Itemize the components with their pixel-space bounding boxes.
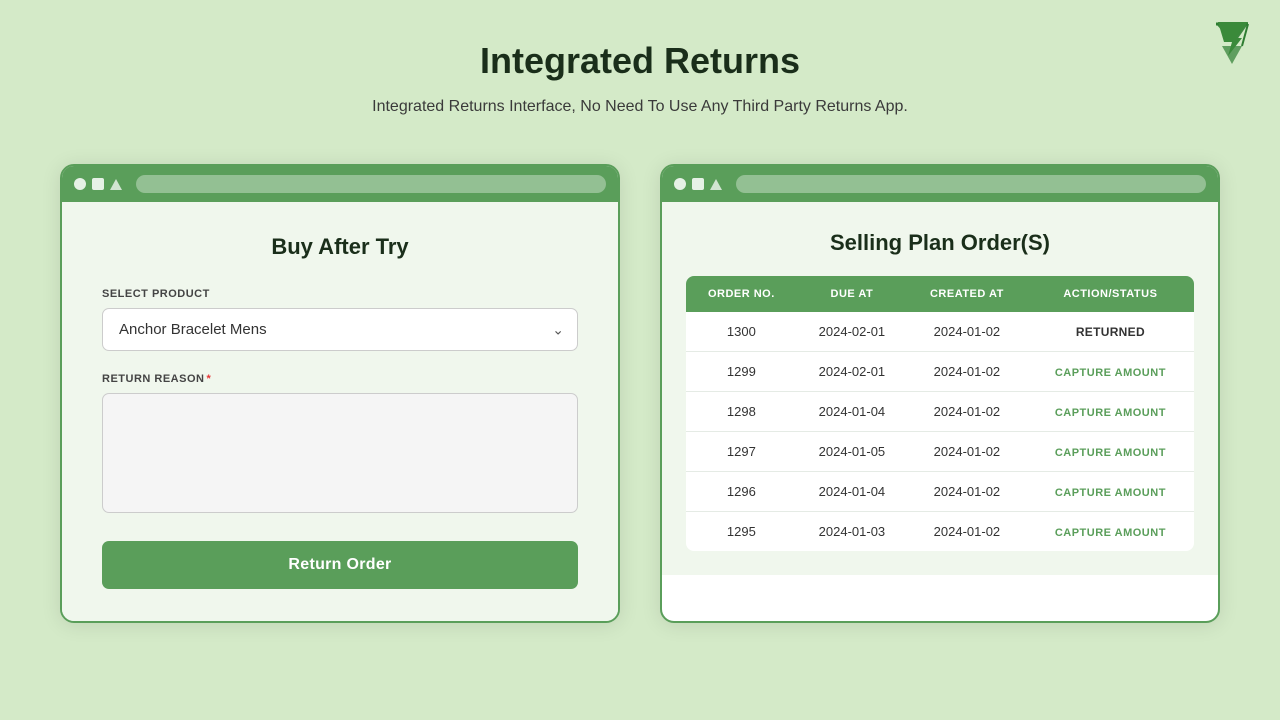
cell-order-no: 1297 <box>686 432 797 472</box>
return-reason-textarea[interactable] <box>102 393 578 513</box>
left-panel-content: Buy After Try SELECT PRODUCT Anchor Brac… <box>62 202 618 621</box>
table-row: 12992024-02-012024-01-02 CAPTURE AMOUNT <box>686 352 1194 392</box>
col-due-at: DUE AT <box>797 276 907 312</box>
capture-amount-link[interactable]: CAPTURE AMOUNT <box>1055 447 1166 459</box>
cell-order-no: 1296 <box>686 472 797 512</box>
product-select[interactable]: Anchor Bracelet Mens <box>102 308 578 351</box>
cell-created-at: 2024-01-02 <box>907 472 1027 512</box>
capture-amount-link[interactable]: CAPTURE AMOUNT <box>1055 367 1166 379</box>
cell-created-at: 2024-01-02 <box>907 512 1027 552</box>
right-panel-content: Selling Plan Order(S) ORDER NO. DUE AT C… <box>662 202 1218 575</box>
table-row: 12962024-01-042024-01-02 CAPTURE AMOUNT <box>686 472 1194 512</box>
status-returned-badge: RETURNED <box>1076 325 1145 339</box>
capture-amount-link[interactable]: CAPTURE AMOUNT <box>1055 487 1166 499</box>
cell-due-at: 2024-02-01 <box>797 312 907 352</box>
browser-dot-r1 <box>674 178 686 190</box>
cell-action[interactable]: CAPTURE AMOUNT <box>1027 352 1194 392</box>
browser-dot-1 <box>74 178 86 190</box>
orders-tbody: 13002024-02-012024-01-02RETURNED12992024… <box>686 312 1194 551</box>
cell-action[interactable]: CAPTURE AMOUNT <box>1027 472 1194 512</box>
col-order-no: ORDER NO. <box>686 276 797 312</box>
table-row: 13002024-02-012024-01-02 RETURNED <box>686 312 1194 352</box>
return-order-button[interactable]: Return Order <box>102 541 578 589</box>
cell-due-at: 2024-01-03 <box>797 512 907 552</box>
product-select-wrapper: Anchor Bracelet Mens ⌄ <box>102 308 578 351</box>
left-url-bar <box>136 175 606 193</box>
cell-order-no: 1298 <box>686 392 797 432</box>
cell-action: RETURNED <box>1027 312 1194 352</box>
buy-after-try-title: Buy After Try <box>102 234 578 260</box>
browser-dot-r2 <box>692 178 704 190</box>
cell-action[interactable]: CAPTURE AMOUNT <box>1027 432 1194 472</box>
required-indicator: * <box>206 373 211 385</box>
table-row: 12982024-01-042024-01-02 CAPTURE AMOUNT <box>686 392 1194 432</box>
cell-order-no: 1300 <box>686 312 797 352</box>
cell-action[interactable]: CAPTURE AMOUNT <box>1027 512 1194 552</box>
capture-amount-link[interactable]: CAPTURE AMOUNT <box>1055 407 1166 419</box>
page-title: Integrated Returns <box>480 40 800 82</box>
left-browser-bar <box>62 166 618 202</box>
cell-order-no: 1299 <box>686 352 797 392</box>
cell-created-at: 2024-01-02 <box>907 312 1027 352</box>
cell-due-at: 2024-02-01 <box>797 352 907 392</box>
capture-amount-link[interactable]: CAPTURE AMOUNT <box>1055 527 1166 539</box>
right-url-bar <box>736 175 1206 193</box>
table-row: 12972024-01-052024-01-02 CAPTURE AMOUNT <box>686 432 1194 472</box>
table-row: 12952024-01-032024-01-02 CAPTURE AMOUNT <box>686 512 1194 552</box>
cell-due-at: 2024-01-04 <box>797 392 907 432</box>
cell-due-at: 2024-01-05 <box>797 432 907 472</box>
col-created-at: CREATED AT <box>907 276 1027 312</box>
cell-created-at: 2024-01-02 <box>907 432 1027 472</box>
browser-dot-r3 <box>710 179 722 190</box>
page-subtitle: Integrated Returns Interface, No Need To… <box>372 98 908 116</box>
orders-table: ORDER NO. DUE AT CREATED AT ACTION/STATU… <box>686 276 1194 551</box>
browser-dot-3 <box>110 179 122 190</box>
cell-due-at: 2024-01-04 <box>797 472 907 512</box>
table-header: ORDER NO. DUE AT CREATED AT ACTION/STATU… <box>686 276 1194 312</box>
left-panel: Buy After Try SELECT PRODUCT Anchor Brac… <box>60 164 620 623</box>
cell-created-at: 2024-01-02 <box>907 352 1027 392</box>
cell-created-at: 2024-01-02 <box>907 392 1027 432</box>
cell-action[interactable]: CAPTURE AMOUNT <box>1027 392 1194 432</box>
logo <box>1208 16 1256 64</box>
return-reason-label: RETURN REASON* <box>102 373 578 385</box>
browser-dot-2 <box>92 178 104 190</box>
cell-order-no: 1295 <box>686 512 797 552</box>
selling-plan-title: Selling Plan Order(S) <box>686 230 1194 256</box>
col-action-status: ACTION/STATUS <box>1027 276 1194 312</box>
select-product-label: SELECT PRODUCT <box>102 288 578 300</box>
panels-row: Buy After Try SELECT PRODUCT Anchor Brac… <box>60 164 1220 623</box>
right-browser-bar <box>662 166 1218 202</box>
right-panel: Selling Plan Order(S) ORDER NO. DUE AT C… <box>660 164 1220 623</box>
